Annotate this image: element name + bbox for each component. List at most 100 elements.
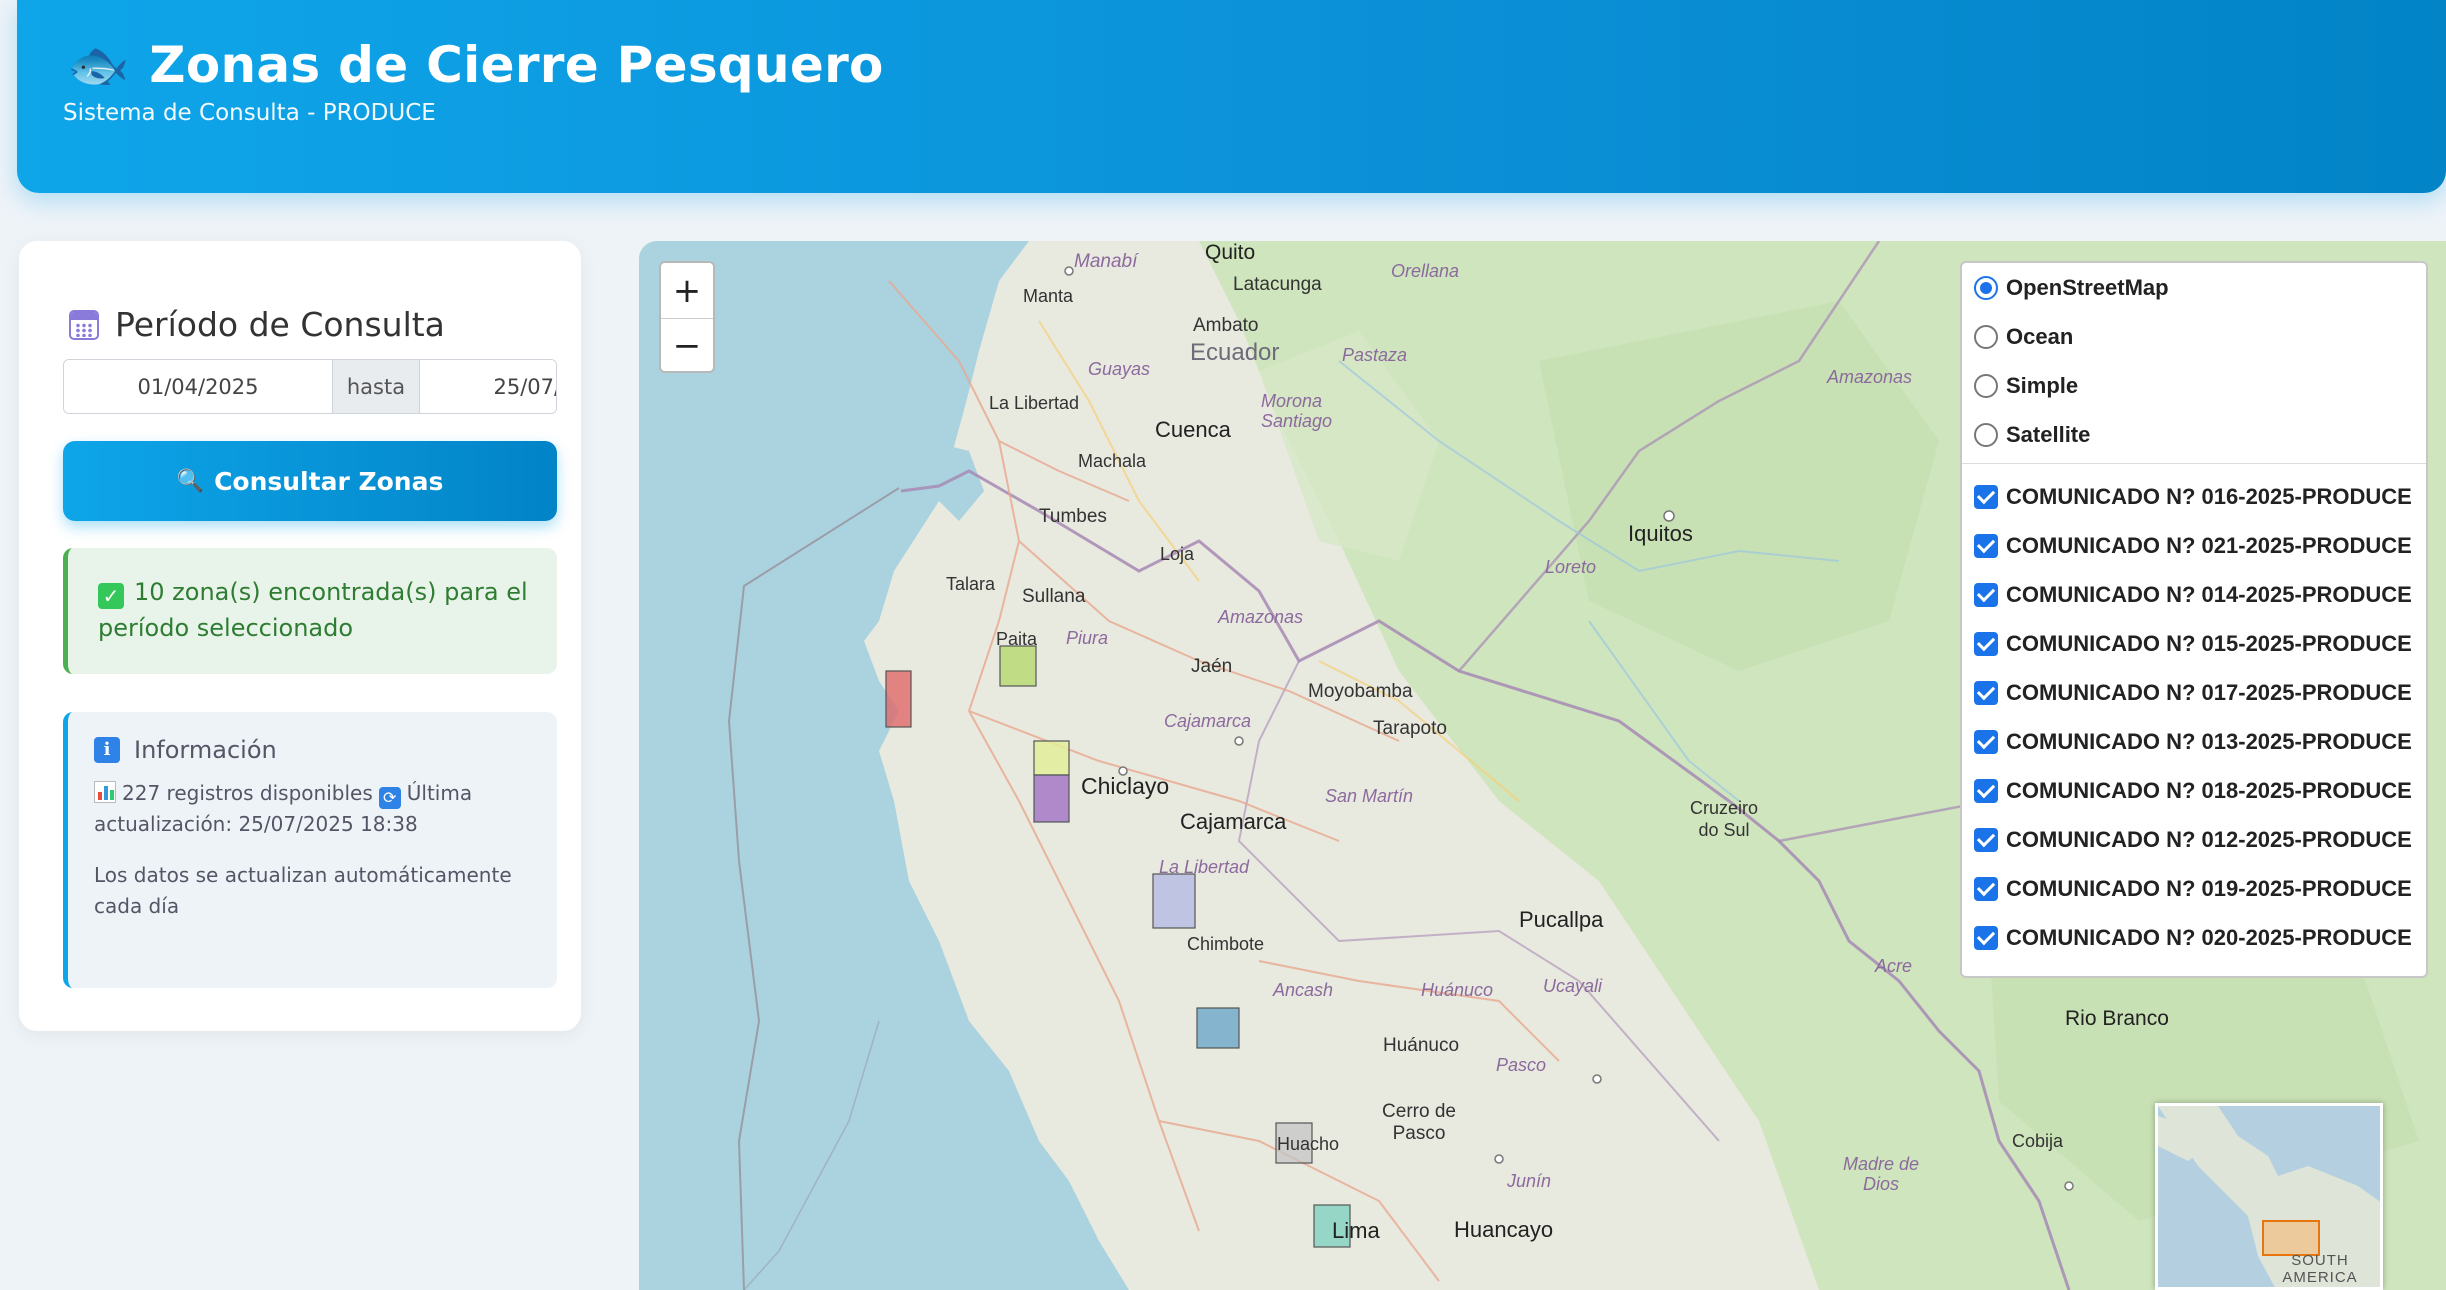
base-layer-label: Simple bbox=[2006, 372, 2079, 398]
overlay-layer-option[interactable]: COMUNICADO N? 013-2025-PRODUCE bbox=[1974, 717, 2426, 766]
results-alert: ✓ 10 zona(s) encontrada(s) para el períod… bbox=[63, 548, 557, 674]
zoom-out-button[interactable]: − bbox=[661, 318, 713, 371]
map-label: Chiclayo bbox=[1081, 773, 1170, 799]
base-layer-option[interactable]: Simple bbox=[1974, 361, 2426, 410]
search-icon: 🔍 bbox=[176, 468, 205, 494]
date-range: hasta bbox=[63, 359, 557, 414]
map-label: Manta bbox=[1023, 286, 1074, 306]
zoom-in-button[interactable]: + bbox=[661, 263, 713, 318]
checkbox[interactable] bbox=[1974, 778, 1998, 803]
update-note: Los datos se actualizan automáticamente … bbox=[94, 863, 512, 918]
minimap[interactable]: SOUTH AMERICA bbox=[2155, 1103, 2383, 1290]
map-label: Chimbote bbox=[1187, 934, 1265, 954]
checkbox[interactable] bbox=[1974, 876, 1998, 901]
map-label: Huánuco bbox=[1421, 980, 1494, 1000]
radio-button[interactable] bbox=[1974, 422, 1998, 447]
period-title: Período de Consulta bbox=[115, 305, 445, 344]
map-label: Pucallpa bbox=[1519, 907, 1604, 932]
map-label: Huánuco bbox=[1383, 1035, 1460, 1056]
map-label: Quito bbox=[1205, 241, 1256, 264]
map-label: Loreto bbox=[1545, 557, 1597, 577]
overlay-layer-option[interactable]: COMUNICADO N? 012-2025-PRODUCE bbox=[1974, 815, 2426, 864]
zoom-control: + − bbox=[659, 261, 715, 373]
date-from-input[interactable] bbox=[64, 360, 332, 413]
check-icon: ✓ bbox=[98, 583, 124, 609]
info-icon: i bbox=[94, 737, 120, 763]
map-label: Jaén bbox=[1191, 656, 1233, 677]
overlay-layer-option[interactable]: COMUNICADO N? 016-2025-PRODUCE bbox=[1974, 472, 2426, 521]
app-header: 🐟 Zonas de Cierre Pesquero Sistema de Co… bbox=[17, 0, 2446, 193]
radio-button[interactable] bbox=[1974, 275, 1998, 300]
map-label: Huancayo bbox=[1454, 1217, 1554, 1242]
overlay-layer-option[interactable]: COMUNICADO N? 019-2025-PRODUCE bbox=[1974, 864, 2426, 913]
map-label: Amazonas bbox=[1218, 607, 1304, 627]
overlay-layer-option[interactable]: COMUNICADO N? 020-2025-PRODUCE bbox=[1974, 913, 2426, 962]
base-layer-label: Satellite bbox=[2006, 421, 2091, 447]
date-separator: hasta bbox=[332, 360, 420, 413]
overlay-layer-option[interactable]: COMUNICADO N? 015-2025-PRODUCE bbox=[1974, 619, 2426, 668]
overlay-layer-label: COMUNICADO N? 015-2025-PRODUCE bbox=[2006, 630, 2412, 656]
overlay-layer-label: COMUNICADO N? 013-2025-PRODUCE bbox=[2006, 728, 2412, 754]
map-label: Moyobamba bbox=[1308, 681, 1413, 702]
closure-zone bbox=[1033, 774, 1070, 823]
records-text: 227 registros disponibles bbox=[122, 781, 373, 805]
checkbox[interactable] bbox=[1974, 533, 1998, 558]
date-to-input[interactable] bbox=[420, 360, 556, 413]
base-layer-option[interactable]: OpenStreetMap bbox=[1974, 263, 2426, 312]
refresh-icon: ⟳ bbox=[378, 787, 401, 809]
closure-zone bbox=[1033, 740, 1070, 776]
map-label: Ambato bbox=[1193, 315, 1259, 336]
base-layer-option[interactable]: Ocean bbox=[1974, 312, 2426, 361]
base-layer-label: OpenStreetMap bbox=[2006, 274, 2169, 300]
info-panel: i Información 227 registros disponibles ⟳… bbox=[63, 712, 557, 988]
map-label: Latacunga bbox=[1233, 274, 1322, 295]
calendar-icon bbox=[69, 309, 99, 340]
page-subtitle: Sistema de Consulta - PRODUCE bbox=[63, 100, 436, 126]
consult-zones-button[interactable]: 🔍 Consultar Zonas bbox=[63, 441, 557, 521]
map-label: Lima bbox=[1332, 1218, 1380, 1243]
overlay-layer-label: COMUNICADO N? 019-2025-PRODUCE bbox=[2006, 875, 2412, 901]
closure-zone bbox=[1152, 873, 1196, 929]
closure-zone bbox=[999, 645, 1037, 687]
map-label: Ucayali bbox=[1543, 976, 1603, 996]
overlay-layer-option[interactable]: COMUNICADO N? 017-2025-PRODUCE bbox=[1974, 668, 2426, 717]
period-heading: Período de Consulta bbox=[69, 305, 445, 344]
map-label: Pasco bbox=[1496, 1055, 1547, 1075]
overlay-layer-label: COMUNICADO N? 017-2025-PRODUCE bbox=[2006, 679, 2412, 705]
overlay-layer-label: COMUNICADO N? 016-2025-PRODUCE bbox=[2006, 483, 2412, 509]
overlay-layer-option[interactable]: COMUNICADO N? 014-2025-PRODUCE bbox=[1974, 570, 2426, 619]
checkbox[interactable] bbox=[1974, 582, 1998, 607]
map-label: Paita bbox=[996, 629, 1038, 649]
map-label: Cuenca bbox=[1155, 417, 1231, 442]
map-label: San Martín bbox=[1325, 786, 1414, 806]
checkbox[interactable] bbox=[1974, 827, 1998, 852]
map-label: La Libertad bbox=[1159, 857, 1250, 877]
checkbox[interactable] bbox=[1974, 925, 1998, 950]
results-message: 10 zona(s) encontrada(s) para el período… bbox=[98, 578, 528, 642]
map-label: Tumbes bbox=[1039, 506, 1107, 527]
checkbox[interactable] bbox=[1974, 484, 1998, 509]
overlay-layer-option[interactable]: COMUNICADO N? 018-2025-PRODUCE bbox=[1974, 766, 2426, 815]
checkbox[interactable] bbox=[1974, 680, 1998, 705]
map-label: Machala bbox=[1078, 451, 1147, 471]
bar-chart-icon bbox=[94, 781, 116, 803]
layer-divider bbox=[1962, 463, 2426, 464]
checkbox[interactable] bbox=[1974, 729, 1998, 754]
base-layer-list: OpenStreetMap Ocean Simple Satellite bbox=[1962, 263, 2426, 459]
map-label: Amazonas bbox=[1827, 367, 1913, 387]
map-label: Ecuador bbox=[1190, 339, 1280, 366]
map-label: Pastaza bbox=[1342, 345, 1408, 365]
map-label: Tarapoto bbox=[1373, 718, 1447, 739]
radio-button[interactable] bbox=[1974, 324, 1998, 349]
map-label: Talara bbox=[946, 574, 996, 594]
checkbox[interactable] bbox=[1974, 631, 1998, 656]
map-view[interactable]: Quito Manta Manabí Latacunga Orellana Am… bbox=[639, 241, 2446, 1290]
base-layer-option[interactable]: Satellite bbox=[1974, 410, 2426, 459]
map-label: Iquitos bbox=[1628, 521, 1693, 546]
map-label: Junín bbox=[1507, 1171, 1552, 1191]
map-label: Huacho bbox=[1277, 1134, 1340, 1154]
radio-button[interactable] bbox=[1974, 373, 1998, 398]
closure-zone bbox=[1196, 1007, 1240, 1049]
map-label: Sullana bbox=[1022, 586, 1086, 607]
overlay-layer-option[interactable]: COMUNICADO N? 021-2025-PRODUCE bbox=[1974, 521, 2426, 570]
